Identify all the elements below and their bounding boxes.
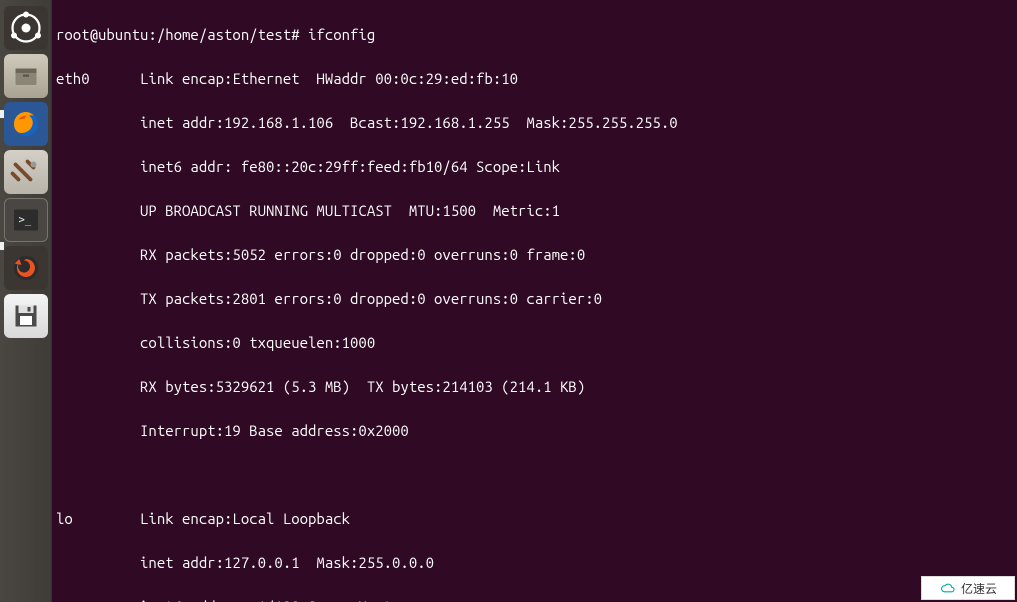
terminal-output[interactable]: root@ubuntu:/home/aston/test# ifconfig e…	[52, 0, 1017, 602]
terminal-line: TX packets:2801 errors:0 dropped:0 overr…	[56, 288, 1013, 310]
terminal-line: inet addr:192.168.1.106 Bcast:192.168.1.…	[56, 112, 1013, 134]
settings-icon[interactable]	[4, 150, 48, 194]
terminal-line: inet6 addr: fe80::20c:29ff:feed:fb10/64 …	[56, 156, 1013, 178]
terminal-line	[56, 464, 1013, 486]
terminal-line: Interrupt:19 Base address:0x2000	[56, 420, 1013, 442]
save-icon[interactable]	[4, 294, 48, 338]
files-icon[interactable]	[4, 54, 48, 98]
terminal-line: RX packets:5052 errors:0 dropped:0 overr…	[56, 244, 1013, 266]
terminal-line: RX bytes:5329621 (5.3 MB) TX bytes:21410…	[56, 376, 1013, 398]
running-indicator	[0, 242, 4, 250]
terminal-line: root@ubuntu:/home/aston/test# ifconfig	[56, 24, 1013, 46]
cloud-icon	[939, 582, 957, 594]
watermark-text: 亿速云	[961, 580, 997, 597]
terminal-line: UP BROADCAST RUNNING MULTICAST MTU:1500 …	[56, 200, 1013, 222]
watermark-badge: 亿速云	[921, 576, 1015, 600]
updates-icon[interactable]	[4, 246, 48, 290]
svg-text:>_: >_	[18, 214, 31, 226]
terminal-line: eth0 Link encap:Ethernet HWaddr 00:0c:29…	[56, 68, 1013, 90]
terminal-line: collisions:0 txqueuelen:1000	[56, 332, 1013, 354]
terminal-line: inet6 addr: ::1/128 Scope:Host	[56, 596, 1013, 602]
terminal-line: lo Link encap:Local Loopback	[56, 508, 1013, 530]
dash-icon[interactable]	[4, 6, 48, 50]
firefox-icon[interactable]	[4, 102, 48, 146]
terminal-line: inet addr:127.0.0.1 Mask:255.0.0.0	[56, 552, 1013, 574]
unity-launcher: >_	[0, 0, 52, 602]
terminal-icon[interactable]: >_	[4, 198, 48, 242]
